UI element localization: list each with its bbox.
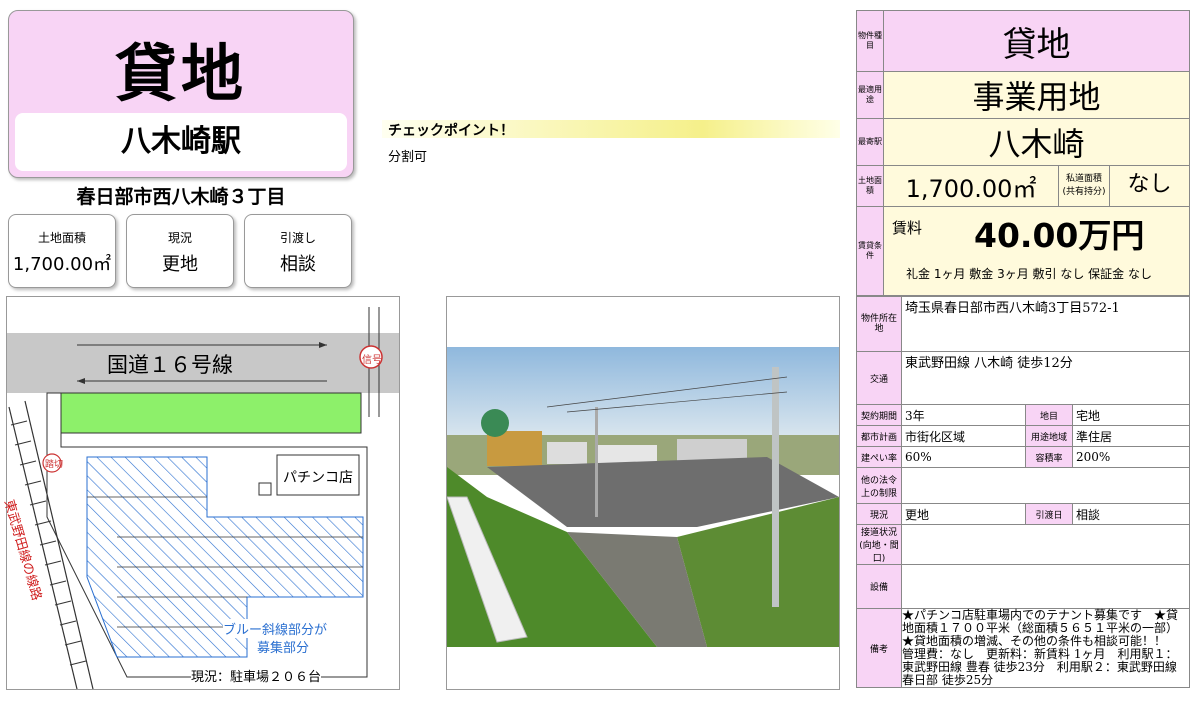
far-label: 容積率	[1025, 446, 1073, 468]
zoning-value: 準住居	[1072, 425, 1190, 447]
bcr-label: 建ぺい率	[856, 446, 902, 468]
stat-land-area: 土地面積 1,700.00㎡	[8, 214, 116, 288]
stat-label: 引渡し	[279, 231, 316, 245]
stat-value: 1,700.00㎡	[12, 254, 112, 275]
stat-label: 土地面積	[37, 231, 86, 245]
road-access-label-2: (向地・間口)	[859, 541, 899, 564]
rent-label: 賃貸条件	[856, 206, 884, 296]
map-status: 現況：駐車場２０６台	[191, 666, 322, 685]
stat-delivery: 引渡し 相談	[244, 214, 352, 288]
map-note-1: ブルー斜線部分が	[223, 619, 328, 638]
private-road-label: 私道面積 (共有持分)	[1058, 165, 1110, 207]
property-type-title: 貸地	[114, 37, 247, 110]
road-label: 国道１６号線	[107, 353, 233, 377]
delivery-value: 相談	[1072, 503, 1190, 525]
transport-value: 東武野田線 八木崎 徒歩12分	[901, 351, 1190, 405]
transport-label: 交通	[856, 351, 902, 405]
contract-label: 契約期間	[856, 404, 902, 426]
city-plan-value: 市街化区域	[901, 425, 1026, 447]
other-law-label-2: 上の制限	[860, 488, 897, 499]
remarks-value: ★パチンコ店駐車場内でのテナント募集です ★貸地面積１７００平米（総面積５６５１…	[901, 608, 1190, 688]
details-table: 物件所在地 埼玉県春日部市西八木崎3丁目572-1 交通 東武野田線 八木崎 徒…	[856, 296, 1190, 688]
contract-value: 3年	[901, 404, 1026, 426]
road-access-label: 接道状況 (向地・間口)	[856, 524, 902, 565]
type-label: 物件種目	[856, 10, 884, 72]
private-road-label-2: (共有持分)	[1062, 187, 1106, 197]
photo-drawing	[447, 347, 839, 689]
checkpoint-label: チェックポイント！	[382, 120, 840, 139]
private-road-value: なし	[1109, 165, 1190, 207]
facility-label: 設備	[856, 564, 902, 609]
other-law-value	[901, 467, 1190, 504]
other-law-label: 他の法令 上の制限	[856, 467, 902, 504]
station-label: 最寄駅	[856, 118, 884, 166]
station-value: 八木崎	[883, 118, 1190, 166]
far-value: 200%	[1072, 446, 1190, 468]
rent-terms: 礼金 1ヶ月 敷金 3ヶ月 敷引 なし 保証金 なし	[906, 267, 1152, 281]
summary-table: 物件種目 貸地 最適用途 事業用地 最寄駅 八木崎 土地面積 1,700.00㎡…	[856, 10, 1190, 296]
land-cat-label: 地目	[1025, 404, 1073, 426]
title-card: 貸地 八木崎駅	[8, 10, 354, 178]
crossing-label: 踏切	[45, 460, 64, 470]
private-road-label-1: 私道面積	[1065, 174, 1102, 184]
location-value: 埼玉県春日部市西八木崎3丁目572-1	[901, 296, 1190, 352]
stat-label: 現況	[167, 231, 192, 245]
remarks-label: 備考	[856, 608, 902, 688]
bcr-value: 60%	[901, 446, 1026, 468]
map-note-2: 募集部分	[257, 637, 310, 656]
stat-value: 更地	[162, 254, 198, 275]
green-area	[60, 392, 362, 434]
rent-word: 賃料	[892, 219, 923, 237]
location-label: 物件所在地	[856, 296, 902, 352]
use-value: 事業用地	[883, 71, 1190, 119]
area-label: 土地面積	[856, 165, 884, 207]
address: 春日部市西八木崎３丁目	[76, 186, 286, 208]
type-value: 貸地	[883, 10, 1190, 72]
city-plan-label: 都市計画	[856, 425, 902, 447]
area-value: 1,700.00㎡	[883, 165, 1059, 207]
rent-cell: 賃料 40.00万円 礼金 1ヶ月 敷金 3ヶ月 敷引 なし 保証金 なし	[883, 206, 1190, 296]
stat-current-state: 現況 更地	[126, 214, 234, 288]
road-access-label-1: 接道状況	[860, 528, 897, 538]
station-name: 八木崎駅	[15, 113, 347, 171]
signal-label: 信号	[362, 355, 382, 366]
checkpoint-text: 分割可	[388, 150, 428, 165]
zoning-label: 用途地域	[1025, 425, 1073, 447]
road-access-value	[901, 524, 1190, 565]
facility-value	[901, 564, 1190, 609]
other-law-label-1: 他の法令	[860, 475, 897, 486]
site-map: 国道１６号線 信号 踏切 東武野田線の線路 パチンコ店 ブルー斜線部分が 募集部…	[1, 296, 400, 690]
status-label: 現況	[856, 503, 902, 525]
rent-value: 40.00万円	[974, 216, 1145, 255]
site-photo	[446, 296, 840, 690]
use-label: 最適用途	[856, 71, 884, 119]
land-cat-value: 宅地	[1072, 404, 1190, 426]
delivery-label: 引渡日	[1025, 503, 1073, 525]
status-value: 更地	[901, 503, 1026, 525]
shop-label: パチンコ店	[283, 467, 353, 487]
stat-value: 相談	[280, 254, 316, 275]
